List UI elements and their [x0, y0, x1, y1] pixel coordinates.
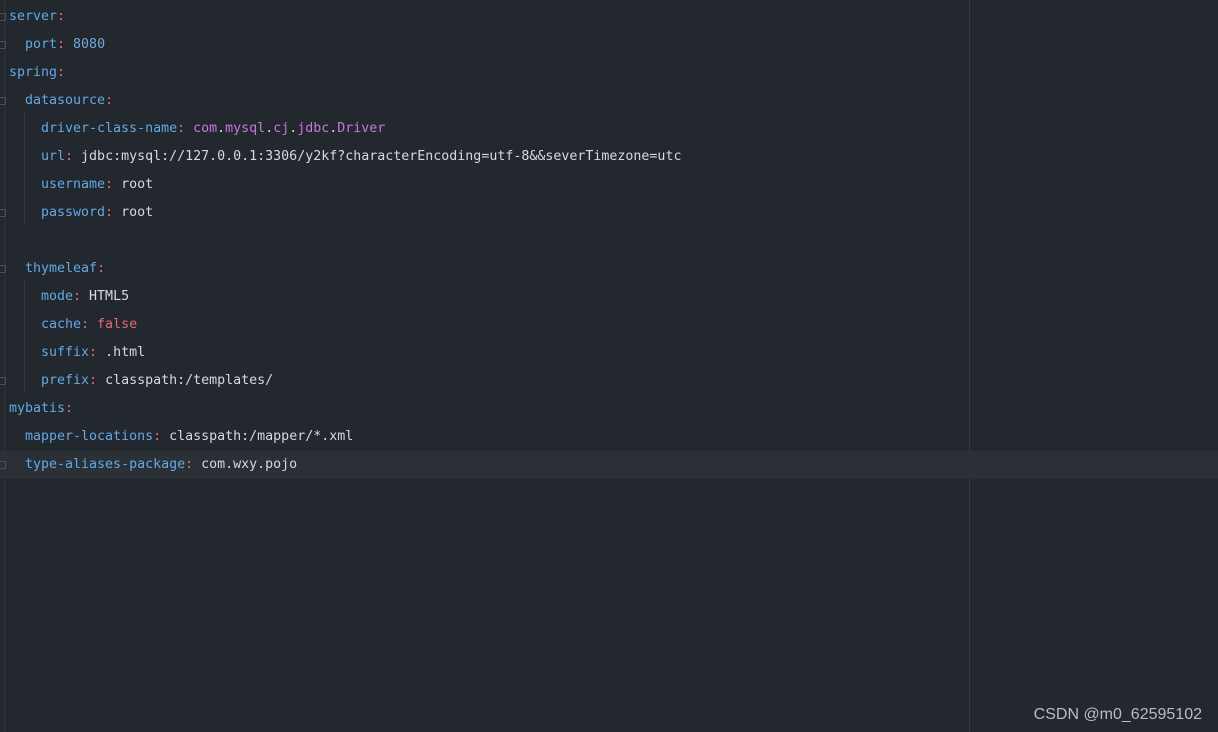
- code-line-cache[interactable]: cache: false: [0, 311, 1218, 339]
- yaml-key: mapper-locations: [25, 429, 154, 444]
- code-line-port[interactable]: port: 8080: [0, 31, 1218, 59]
- yaml-key: mode: [41, 289, 74, 304]
- fold-marker-icon[interactable]: [0, 461, 6, 469]
- yaml-colon: :: [97, 261, 106, 276]
- yaml-key: thymeleaf: [25, 261, 98, 276]
- yaml-boolean-value: false: [97, 317, 138, 332]
- yaml-value: 8080: [73, 37, 106, 52]
- package-dot: .: [217, 121, 226, 136]
- yaml-colon: :: [65, 401, 74, 416]
- yaml-colon: :: [65, 149, 82, 164]
- code-line-type-aliases-package[interactable]: type-aliases-package: com.wxy.pojo: [0, 451, 1218, 479]
- yaml-key: url: [41, 149, 66, 164]
- yaml-key: port: [25, 37, 58, 52]
- yaml-key: suffix: [41, 345, 90, 360]
- code-line-username[interactable]: username: root: [0, 171, 1218, 199]
- watermark: CSDN @m0_62595102: [1033, 706, 1202, 723]
- package-dot: .: [265, 121, 274, 136]
- yaml-value: HTML5: [89, 289, 130, 304]
- yaml-colon: :: [73, 289, 90, 304]
- yaml-key: mybatis: [9, 401, 66, 416]
- class-name: Driver: [337, 121, 386, 136]
- yaml-value: jdbc:mysql://127.0.0.1:3306/y2kf?charact…: [81, 149, 682, 164]
- fold-marker-icon[interactable]: [0, 265, 6, 273]
- yaml-colon: :: [57, 37, 74, 52]
- fold-marker-icon[interactable]: [0, 97, 6, 105]
- code-line-mapper-locations[interactable]: mapper-locations: classpath:/mapper/*.xm…: [0, 423, 1218, 451]
- yaml-colon: :: [105, 205, 122, 220]
- yaml-value: .html: [105, 345, 146, 360]
- package-segment: cj: [273, 121, 290, 136]
- yaml-key: prefix: [41, 373, 90, 388]
- yaml-value: com.wxy.pojo: [201, 457, 298, 472]
- code-line-empty[interactable]: [0, 227, 1218, 255]
- yaml-value: classpath:/mapper/*.xml: [169, 429, 354, 444]
- yaml-key: driver-class-name: [41, 121, 178, 136]
- code-line-mode[interactable]: mode: HTML5: [0, 283, 1218, 311]
- yaml-colon: :: [177, 121, 194, 136]
- yaml-colon: :: [57, 9, 66, 24]
- yaml-key: username: [41, 177, 106, 192]
- yaml-value: root: [121, 205, 154, 220]
- yaml-key: spring: [9, 65, 58, 80]
- fold-marker-icon[interactable]: [0, 13, 6, 21]
- code-line-url[interactable]: url: jdbc:mysql://127.0.0.1:3306/y2kf?ch…: [0, 143, 1218, 171]
- yaml-key: server: [9, 9, 58, 24]
- yaml-colon: :: [57, 65, 66, 80]
- code-line-datasource[interactable]: datasource:: [0, 87, 1218, 115]
- yaml-key: password: [41, 205, 106, 220]
- yaml-key: type-aliases-package: [25, 457, 186, 472]
- code-line-server[interactable]: server:: [0, 3, 1218, 31]
- yaml-value: root: [121, 177, 154, 192]
- code-line-prefix[interactable]: prefix: classpath:/templates/: [0, 367, 1218, 395]
- fold-marker-icon[interactable]: [0, 209, 6, 217]
- package-segment: jdbc: [297, 121, 330, 136]
- yaml-colon: :: [81, 317, 98, 332]
- yaml-key: cache: [41, 317, 82, 332]
- code-line-spring[interactable]: spring:: [0, 59, 1218, 87]
- yaml-colon: :: [105, 177, 122, 192]
- code-line-mybatis[interactable]: mybatis:: [0, 395, 1218, 423]
- yaml-value: classpath:/templates/: [105, 373, 274, 388]
- code-line-thymeleaf[interactable]: thymeleaf:: [0, 255, 1218, 283]
- yaml-key: datasource: [25, 93, 106, 108]
- yaml-colon: :: [153, 429, 170, 444]
- yaml-colon: :: [89, 345, 106, 360]
- yaml-colon: :: [105, 93, 114, 108]
- code-line-driver-class-name[interactable]: driver-class-name: com.mysql.cj.jdbc.Dri…: [0, 115, 1218, 143]
- code-editor[interactable]: server: port: 8080 spring: datasource: d…: [0, 0, 1218, 732]
- code-line-suffix[interactable]: suffix: .html: [0, 339, 1218, 367]
- fold-marker-icon[interactable]: [0, 377, 6, 385]
- yaml-colon: :: [185, 457, 202, 472]
- yaml-colon: :: [89, 373, 106, 388]
- package-segment: mysql: [225, 121, 266, 136]
- code-line-password[interactable]: password: root: [0, 199, 1218, 227]
- fold-marker-icon[interactable]: [0, 41, 6, 49]
- package-segment: com: [193, 121, 218, 136]
